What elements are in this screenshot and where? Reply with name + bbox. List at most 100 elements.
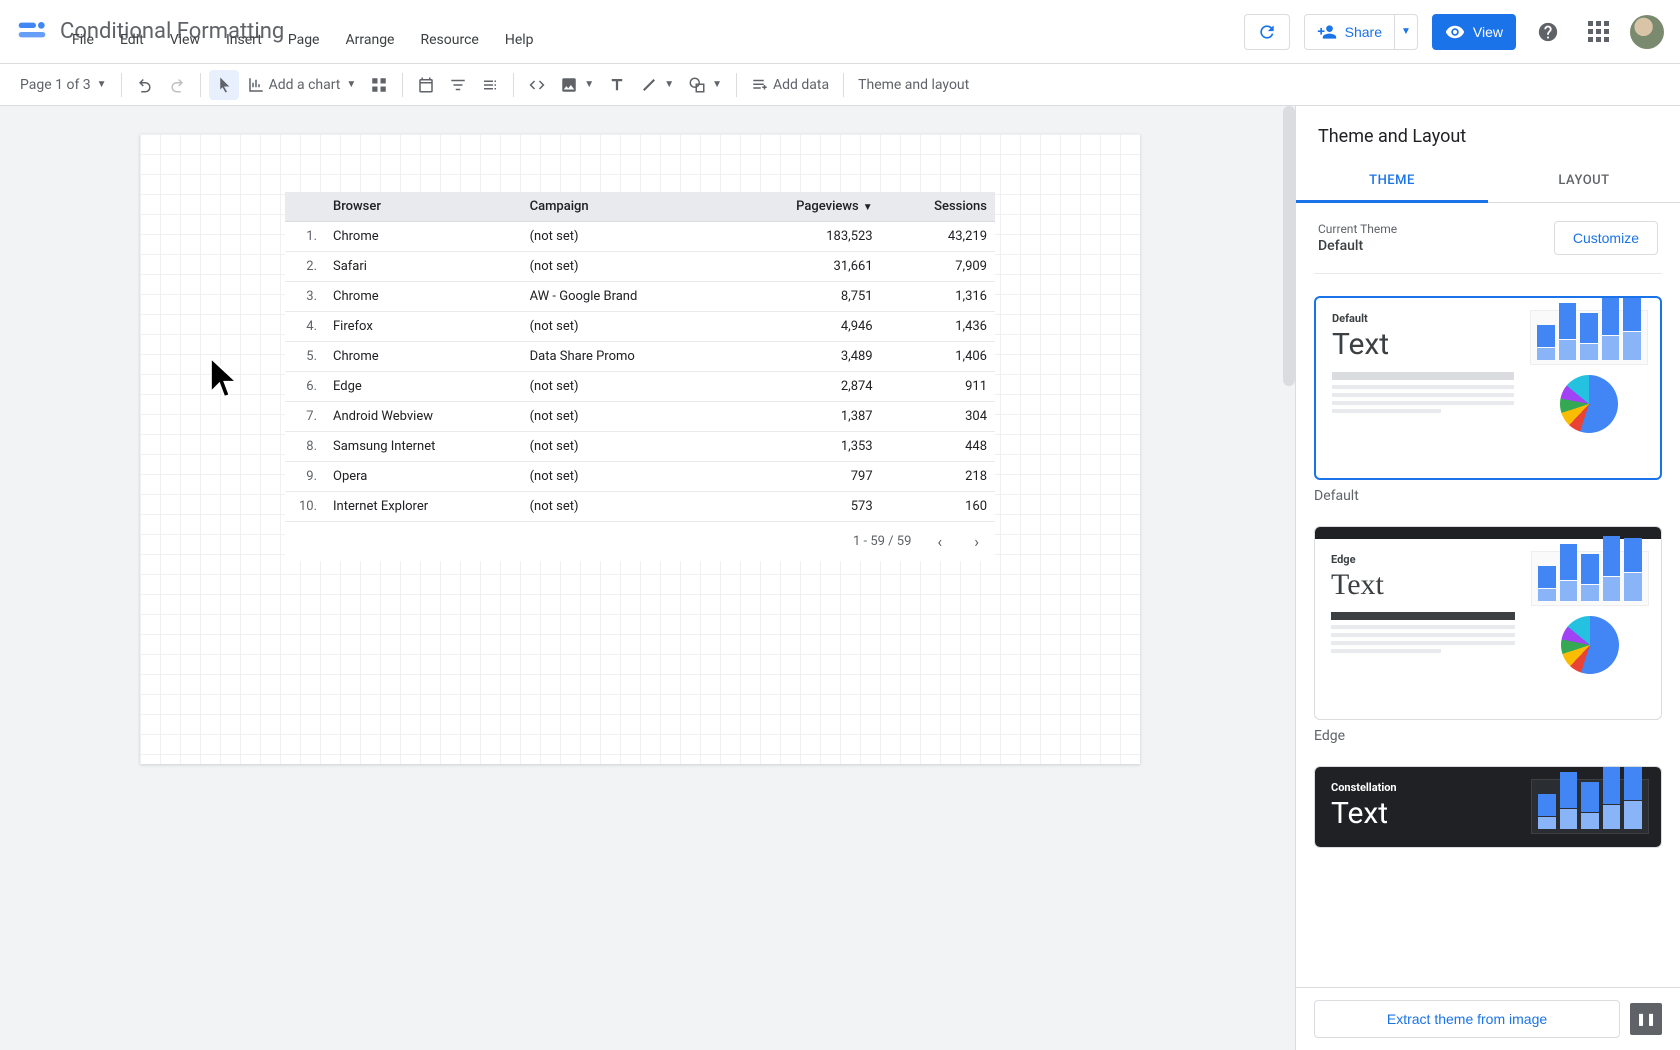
sort-desc-icon: ▼ — [863, 202, 873, 213]
account-avatar[interactable] — [1630, 15, 1664, 49]
col-campaign[interactable]: Campaign — [522, 192, 727, 222]
shape-button[interactable]: ▼ — [682, 70, 728, 100]
table-row[interactable]: 3.ChromeAW - Google Brand8,7511,316 — [285, 282, 995, 312]
cell-pageviews: 4,946 — [727, 312, 881, 342]
cell-sessions: 304 — [881, 402, 995, 432]
table-row[interactable]: 4.Firefox(not set)4,9461,436 — [285, 312, 995, 342]
share-dropdown-button[interactable]: ▼ — [1394, 14, 1418, 50]
cell-browser: Samsung Internet — [325, 432, 522, 462]
table-row[interactable]: 6.Edge(not set)2,874911 — [285, 372, 995, 402]
view-button[interactable]: View — [1432, 14, 1516, 50]
menu-view[interactable]: View — [158, 28, 212, 52]
cell-browser: Safari — [325, 252, 522, 282]
cell-index: 9. — [285, 462, 325, 492]
table-row[interactable]: 5.ChromeData Share Promo3,4891,406 — [285, 342, 995, 372]
table-row[interactable]: 9.Opera(not set)797218 — [285, 462, 995, 492]
app-logo[interactable] — [16, 16, 48, 48]
cell-index: 3. — [285, 282, 325, 312]
table-row[interactable]: 8.Samsung Internet(not set)1,353448 — [285, 432, 995, 462]
image-button[interactable]: ▼ — [554, 70, 600, 100]
col-index[interactable] — [285, 192, 325, 222]
cell-index: 4. — [285, 312, 325, 342]
cell-sessions: 448 — [881, 432, 995, 462]
community-viz-button[interactable] — [364, 70, 394, 100]
table-row[interactable]: 7.Android Webview(not set)1,387304 — [285, 402, 995, 432]
menu-edit[interactable]: Edit — [108, 28, 156, 52]
line-button[interactable]: ▼ — [634, 70, 680, 100]
report-canvas[interactable]: Browser Campaign Pageviews▼ Sessions 1.C… — [140, 134, 1140, 764]
add-chart-button[interactable]: Add a chart ▼ — [241, 70, 363, 100]
url-embed-button[interactable] — [522, 70, 552, 100]
col-sessions[interactable]: Sessions — [881, 192, 995, 222]
pager-next-button[interactable]: › — [968, 530, 985, 553]
help-button[interactable] — [1530, 14, 1566, 50]
menu-page[interactable]: Page — [276, 28, 332, 52]
preview-line — [1331, 633, 1515, 637]
page-selector[interactable]: Page 1 of 3 ▼ — [14, 70, 113, 100]
cell-sessions: 218 — [881, 462, 995, 492]
cell-pageviews: 797 — [727, 462, 881, 492]
preview-bar — [1332, 372, 1514, 380]
add-data-button[interactable]: Add data — [745, 70, 835, 100]
col-browser[interactable]: Browser — [325, 192, 522, 222]
cell-pageviews: 183,523 — [727, 222, 881, 252]
cell-index: 8. — [285, 432, 325, 462]
filter-control-button[interactable] — [443, 70, 473, 100]
table-row[interactable]: 1.Chrome(not set)183,52343,219 — [285, 222, 995, 252]
toolbar-separator — [402, 73, 403, 97]
menu-insert[interactable]: Insert — [214, 28, 274, 52]
apps-grid-button[interactable] — [1580, 14, 1616, 50]
table-row[interactable]: 10.Internet Explorer(not set)573160 — [285, 492, 995, 522]
tab-layout[interactable]: LAYOUT — [1488, 161, 1680, 202]
cell-index: 10. — [285, 492, 325, 522]
eye-icon — [1445, 22, 1465, 42]
undo-button[interactable] — [130, 70, 160, 100]
col-pageviews[interactable]: Pageviews▼ — [727, 192, 881, 222]
pager-prev-button[interactable]: ‹ — [931, 530, 948, 553]
share-button[interactable]: Share — [1304, 14, 1394, 50]
data-control-icon — [481, 76, 499, 94]
data-table-chart[interactable]: Browser Campaign Pageviews▼ Sessions 1.C… — [285, 192, 995, 561]
cell-browser: Edge — [325, 372, 522, 402]
chevron-down-icon: ▼ — [584, 79, 594, 90]
refresh-button[interactable] — [1244, 14, 1290, 50]
toolbar-separator — [736, 73, 737, 97]
selection-tool[interactable] — [209, 70, 239, 100]
data-control-button[interactable] — [475, 70, 505, 100]
theme-preview-text: Text — [1331, 568, 1515, 602]
theme-layout-button[interactable]: Theme and layout — [852, 70, 975, 100]
table-row[interactable]: 2.Safari(not set)31,6617,909 — [285, 252, 995, 282]
menu-resource[interactable]: Resource — [408, 28, 490, 52]
cell-campaign: (not set) — [522, 372, 727, 402]
refresh-icon — [1257, 22, 1277, 42]
chevron-down-icon: ▼ — [712, 79, 722, 90]
menu-arrange[interactable]: Arrange — [334, 28, 407, 52]
view-label: View — [1473, 24, 1503, 40]
text-button[interactable] — [602, 70, 632, 100]
code-icon — [528, 76, 546, 94]
theme-card-edge[interactable]: Edge Text — [1314, 526, 1662, 720]
theme-card-default[interactable]: Default Text — [1314, 296, 1662, 480]
theme-layout-label: Theme and layout — [858, 77, 969, 93]
scrollbar[interactable] — [1283, 106, 1295, 386]
tab-theme[interactable]: THEME — [1296, 161, 1488, 203]
theme-preview-text: Text — [1331, 796, 1515, 831]
pause-icon[interactable]: ❚❚ — [1630, 1003, 1662, 1035]
cell-sessions: 7,909 — [881, 252, 995, 282]
preview-line — [1331, 649, 1441, 653]
menu-help[interactable]: Help — [493, 28, 546, 52]
canvas-area[interactable]: Browser Campaign Pageviews▼ Sessions 1.C… — [0, 106, 1295, 1050]
cell-browser: Chrome — [325, 222, 522, 252]
current-theme-name: Default — [1318, 238, 1397, 254]
extract-theme-button[interactable]: Extract theme from image — [1314, 1000, 1620, 1038]
line-icon — [640, 76, 658, 94]
menu-file[interactable]: File — [60, 28, 106, 52]
date-range-button[interactable] — [411, 70, 441, 100]
customize-button[interactable]: Customize — [1554, 221, 1658, 255]
cell-index: 7. — [285, 402, 325, 432]
preview-line — [1332, 385, 1514, 389]
theme-card-constellation[interactable]: Constellation Text — [1314, 766, 1662, 848]
image-icon — [560, 76, 578, 94]
redo-button[interactable] — [162, 70, 192, 100]
cell-browser: Chrome — [325, 282, 522, 312]
